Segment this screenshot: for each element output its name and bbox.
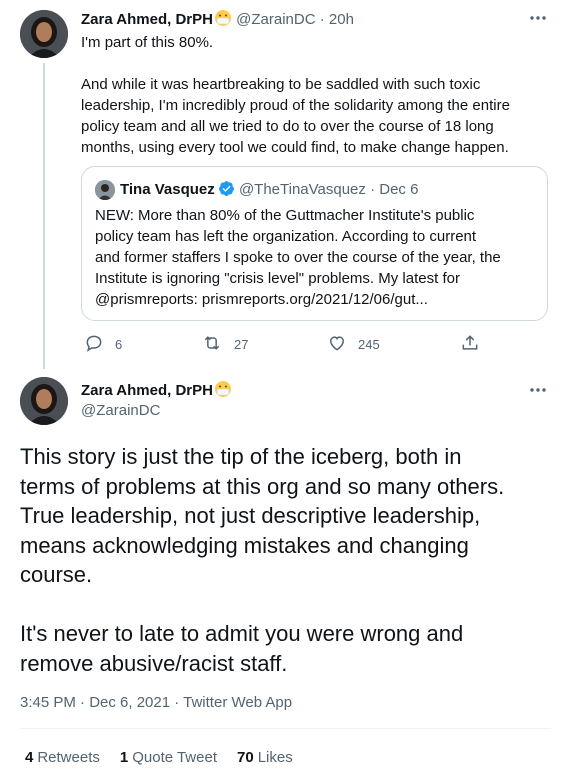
tweet-text-line (81, 53, 510, 74)
retweets-count: 4 (25, 749, 34, 766)
share-icon[interactable] (460, 333, 480, 358)
tweet-text-line: course. (20, 562, 93, 587)
like-count: 245 (358, 337, 380, 352)
quotes-label: Quote Tweet (132, 749, 217, 766)
retweets-stat[interactable]: 4 Retweets (25, 749, 100, 766)
retweet-count: 27 (234, 337, 249, 352)
quote-text-line: NEW: More than 80% of the Guttmacher Ins… (95, 207, 475, 224)
quote-avatar[interactable] (95, 180, 115, 200)
likes-label: Likes (257, 749, 293, 766)
tweet-time[interactable]: 20h (329, 11, 354, 28)
tweet-text-line: policy team and all we tried to do to ov… (81, 118, 494, 135)
quote-text-line: @prismreports: prismreports.org/2021/12/… (95, 291, 428, 308)
tweet-text-line: It's never to late to admit you were wro… (20, 621, 464, 646)
author-name[interactable]: Zara Ahmed, DrPH (81, 11, 213, 28)
tweet-text: This story is just the tip of the iceber… (20, 442, 504, 678)
author-name[interactable]: Zara Ahmed, DrPH (81, 382, 213, 399)
quote-header: Tina Vasquez @TheTinaVasquez · Dec 6 (120, 180, 418, 203)
tweet-timestamp[interactable]: 3:45 PM · Dec 6, 2021 · Twitter Web App (20, 694, 292, 711)
quote-author-name: Tina Vasquez (120, 181, 215, 198)
quote-tweet[interactable]: Tina Vasquez @TheTinaVasquez · Dec 6 NEW… (81, 166, 548, 321)
quotes-count: 1 (119, 749, 129, 766)
quote-date: Dec 6 (379, 181, 419, 198)
more-icon[interactable] (529, 383, 547, 399)
author-handle[interactable]: @ZarainDC (236, 11, 315, 28)
reply-icon (84, 333, 104, 356)
tweet-text-line (20, 590, 504, 620)
retweet-icon (201, 333, 223, 356)
tweet-text-line: leadership, I'm incredibly proud of the … (81, 97, 510, 114)
tweet-text-line: months, using every tool we could find, … (81, 139, 509, 156)
quote-text: NEW: More than 80% of the Guttmacher Ins… (95, 205, 501, 310)
tweet-text-line: means acknowledging mistakes and changin… (20, 532, 469, 558)
more-icon[interactable] (529, 11, 547, 27)
quote-text-line: policy team has left the organization. A… (95, 228, 477, 245)
reply-count: 6 (115, 337, 123, 352)
tweet-text-line: I'm part of this 80%. (81, 34, 214, 51)
tweet-header: Zara Ahmed, DrPH @ZarainDC · 20h (81, 9, 354, 33)
tweet-text-line: This story is just the tip of the iceber… (20, 444, 462, 469)
thread-line (43, 63, 45, 369)
quote-text-line: and former staffers I spoke to over the … (95, 249, 501, 266)
mask-emoji-icon (214, 380, 232, 404)
like-icon (327, 333, 347, 356)
tweet-text-line: remove abusive/racist staff. (20, 650, 288, 676)
tweet-text: I'm part of this 80%. And while it was h… (81, 32, 510, 158)
mask-emoji-icon (214, 9, 232, 33)
author-handle[interactable]: @ZarainDC (81, 401, 160, 421)
quote-text-line: Institute is ignoring "crisis level" pro… (95, 270, 460, 287)
divider (20, 728, 551, 729)
likes-count: 70 (237, 749, 254, 766)
verified-icon (218, 180, 235, 203)
separator: · (370, 181, 376, 198)
separator: · (319, 11, 325, 28)
avatar[interactable] (20, 10, 68, 58)
retweets-label: Retweets (37, 749, 100, 766)
quote-handle: @TheTinaVasquez (238, 181, 366, 198)
engagement-stats: 4 Retweets 1 Quote Tweet 70 Likes (25, 749, 293, 766)
quotes-stat[interactable]: 1 Quote Tweet (120, 749, 217, 766)
tweet-text-line: True leadership, not just descriptive le… (20, 503, 481, 528)
tweet-text-line: And while it was heartbreaking to be sad… (81, 76, 481, 93)
likes-stat[interactable]: 70 Likes (237, 749, 293, 766)
like-button[interactable]: 245 (327, 333, 380, 356)
avatar[interactable] (20, 377, 68, 425)
reply-button[interactable]: 6 (84, 333, 122, 356)
tweet-text-line: terms of problems at this org and so man… (20, 473, 505, 499)
retweet-button[interactable]: 27 (201, 333, 248, 356)
